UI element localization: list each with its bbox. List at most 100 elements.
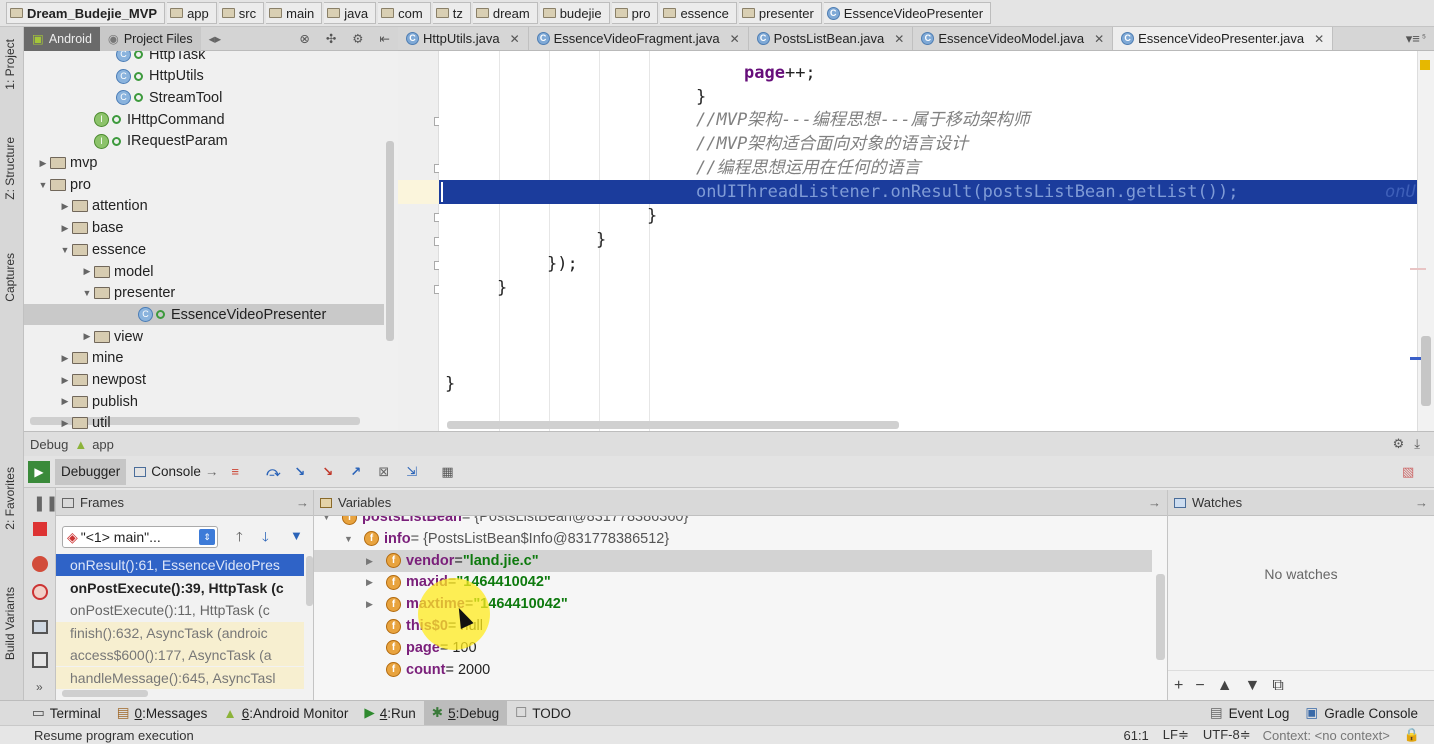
breadcrumb-item[interactable]: essence [660, 2, 737, 24]
favorites-tool-tab[interactable]: 2: Favorites [3, 467, 17, 530]
expand-arrow-icon[interactable]: ▶ [58, 396, 72, 407]
more-icon[interactable]: » [36, 680, 43, 694]
settings-icon[interactable] [32, 652, 48, 668]
tree-node[interactable]: ▶ mine [24, 348, 384, 369]
breadcrumb-item[interactable]: pro [611, 2, 659, 24]
build-variants-tool-tab[interactable]: Build Variants [3, 587, 17, 660]
breadcrumb-item[interactable]: src [218, 2, 265, 24]
context-indicator[interactable]: Context: <no context> [1263, 728, 1390, 743]
drop-frame-icon[interactable]: ⊠ [378, 464, 396, 480]
expand-arrow-icon[interactable]: ▶ [58, 201, 72, 212]
stop-icon[interactable] [33, 522, 47, 536]
tree-node[interactable]: ▶ view [24, 326, 384, 347]
variables-vscrollbar[interactable] [1156, 574, 1165, 660]
tree-node[interactable]: C EssenceVideoPresenter [24, 304, 384, 326]
expand-arrow-icon[interactable]: ▶ [80, 266, 94, 277]
code-editor[interactable]: page++; } //MVP架构---编程思想---属于移动架构师 //MVP… [439, 51, 1417, 431]
expand-arrow-icon[interactable]: ▼ [344, 528, 364, 550]
event-log-tab[interactable]: ▤ Event Log [1202, 701, 1298, 726]
filter-icon[interactable]: ▼ [290, 528, 303, 543]
editor-tab[interactable]: C EssenceVideoPresenter.java ✕ [1113, 27, 1334, 50]
editor-vscrollbar[interactable] [1421, 336, 1431, 406]
expand-arrow-icon[interactable]: ▶ [58, 223, 72, 234]
show-execution-point-icon[interactable]: ≡ [231, 464, 249, 480]
pause-program-icon[interactable]: ❚❚ [33, 494, 58, 512]
breadcrumb-item[interactable]: app [167, 2, 217, 24]
stack-frame[interactable]: handleMessage():645, AsyncTasl [56, 667, 304, 689]
tree-node[interactable]: C StreamTool [24, 87, 384, 108]
close-icon[interactable]: ✕ [1314, 32, 1324, 46]
step-into-icon[interactable]: ↘ [294, 464, 312, 480]
frames-vscrollbar[interactable] [306, 556, 313, 606]
tree-node[interactable]: I IRequestParam [24, 131, 384, 152]
editor-tab[interactable]: C EssenceVideoFragment.java ✕ [529, 27, 749, 50]
stack-frame[interactable]: finish():632, AsyncTask (androic [56, 621, 304, 644]
force-step-into-icon[interactable]: ↘ [322, 464, 340, 480]
expand-arrow-icon[interactable]: ▶ [58, 418, 72, 429]
variable-row[interactable]: ▶ f vendor = "land.jie.c" [314, 549, 1152, 572]
expand-arrow-icon[interactable]: ▶ [366, 550, 386, 572]
tool-window-tab[interactable]: ▲ 6: Android Monitor [215, 701, 356, 726]
view-breakpoints-icon[interactable] [32, 556, 48, 572]
tool-window-tab[interactable]: ▶ 4: Run [356, 701, 423, 726]
tree-node[interactable]: ▶ model [24, 261, 384, 282]
expand-arrow-icon[interactable]: ▶ [58, 353, 72, 364]
tabs-overflow-icon[interactable]: ▾≡ ⁵ [1398, 27, 1434, 50]
copy-icon[interactable]: ⧉ [1272, 677, 1283, 695]
file-encoding[interactable]: UTF-8≑ [1203, 727, 1251, 743]
restore-layout-icon[interactable]: ▧ [1402, 464, 1420, 480]
hide-panel-icon[interactable]: ⇤ [372, 27, 398, 51]
breadcrumb-item[interactable]: java [324, 2, 377, 24]
settings-gear-icon[interactable]: ⚙ [344, 27, 371, 51]
expand-arrow-icon[interactable]: ▶ [58, 375, 72, 386]
close-icon[interactable]: ✕ [894, 32, 904, 46]
editor-gutter[interactable] [398, 51, 443, 431]
tree-node[interactable]: C HttpTask [24, 51, 384, 65]
variable-row[interactable]: ▼ f info = {PostsListBean$Info@83177838651… [314, 528, 1152, 550]
tool-window-tab[interactable]: ✱ 5: Debug [423, 700, 508, 726]
breadcrumb-item[interactable]: presenter [738, 2, 822, 24]
tree-node[interactable]: ▶ attention [24, 196, 384, 217]
tree-node[interactable]: I IHttpCommand [24, 109, 384, 130]
breadcrumb-item[interactable]: dream [472, 2, 538, 24]
gradle-console-tab[interactable]: ▣ Gradle Console [1297, 701, 1426, 726]
debugger-tab[interactable]: Debugger [55, 458, 127, 485]
console-tab[interactable]: Console → [128, 459, 224, 485]
expand-arrow-icon[interactable]: ▼ [36, 180, 50, 190]
tree-node[interactable]: ▼ presenter [24, 283, 384, 304]
tree-node[interactable]: ▶ base [24, 218, 384, 239]
caret-position[interactable]: 61:1 [1123, 728, 1148, 743]
evaluate-expression-icon[interactable]: ▦ [441, 464, 459, 480]
add-watch-icon[interactable]: + [1174, 677, 1183, 695]
tree-node[interactable]: ▶ mvp [24, 153, 384, 174]
settings-gear-icon[interactable]: ⚙ [1393, 436, 1405, 452]
expand-arrow-icon[interactable]: ▼ [80, 288, 94, 298]
resume-program-icon[interactable]: ▶ [28, 460, 50, 483]
stack-frame[interactable]: onPostExecute():11, HttpTask (c [56, 599, 304, 621]
collapse-icon[interactable]: ✣ [318, 27, 344, 51]
run-to-cursor-icon[interactable]: ⇲ [406, 464, 424, 480]
variable-row[interactable]: f count = 2000 [314, 659, 1152, 681]
project-files-tab[interactable]: ◉ Project Files [99, 26, 201, 51]
tree-scrollbar[interactable] [386, 141, 394, 341]
tree-node[interactable]: ▶ newpost [24, 370, 384, 391]
expand-arrow-icon[interactable]: ▼ [58, 245, 72, 255]
scope-arrows-icon[interactable]: ◂▸ [201, 27, 230, 51]
hide-panel-icon[interactable]: ⤓ [1414, 436, 1420, 452]
step-out-icon[interactable]: ↗ [350, 464, 368, 480]
frame-up-icon[interactable]: 🡑 [236, 528, 243, 550]
structure-tool-tab[interactable]: Z: Structure [3, 137, 17, 200]
expand-arrow-icon[interactable]: ▶ [366, 593, 386, 615]
remove-watch-icon[interactable]: − [1195, 677, 1204, 695]
move-down-icon[interactable]: ▼ [1245, 677, 1261, 695]
frames-hscrollbar[interactable] [62, 690, 148, 697]
sync-icon[interactable]: ⊗ [291, 27, 317, 51]
tree-node[interactable]: ▼ essence [24, 239, 384, 260]
captures-tool-tab[interactable]: Captures [3, 253, 17, 302]
tool-window-tab[interactable]: ▭ Terminal [24, 701, 109, 726]
line-separator[interactable]: LF≑ [1163, 727, 1189, 743]
frame-down-icon[interactable]: 🡓 [262, 528, 269, 550]
expand-arrow-icon[interactable]: ▶ [366, 571, 386, 593]
variable-row[interactable]: ▼ f postsListBean = {PostsListBean@8317783… [314, 516, 1152, 528]
tool-window-tab[interactable]: ☐ TODO [507, 701, 579, 726]
